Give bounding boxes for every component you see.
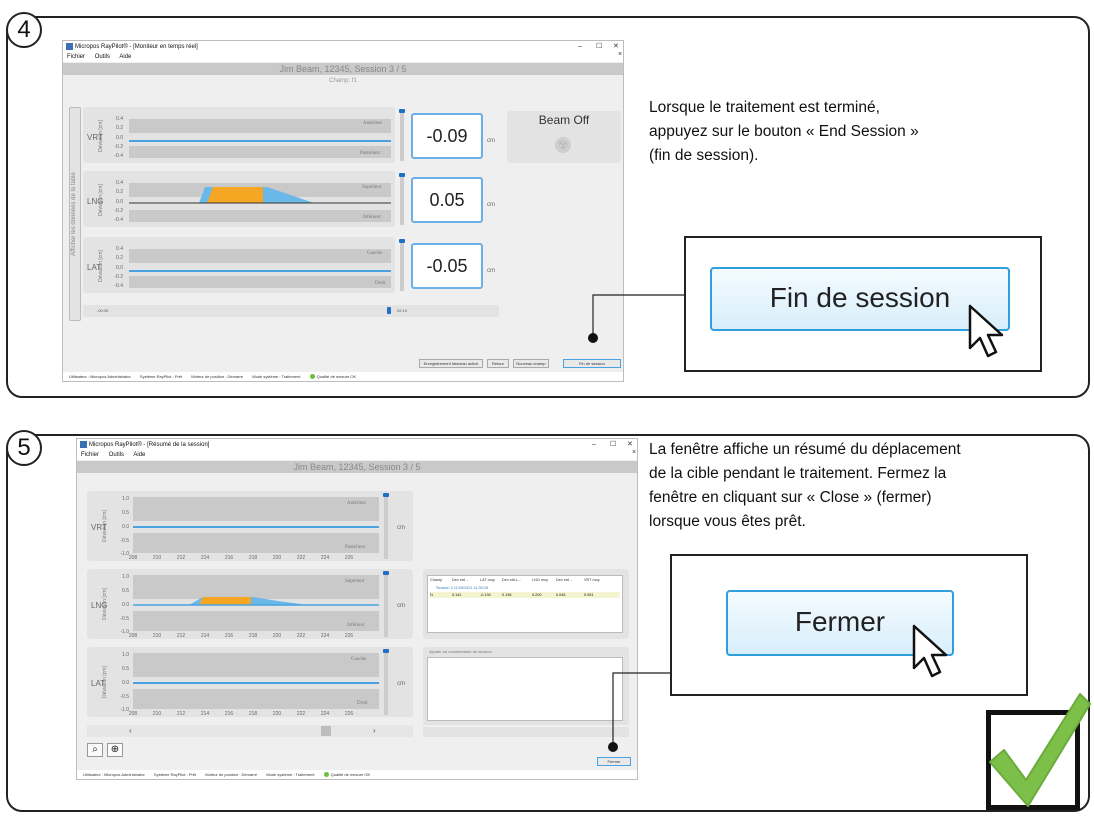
menu-outils[interactable]: Outils [109,452,124,458]
statistics-table: Champ Dev std ... LAT moy Dev std L... LNG m… [427,575,623,633]
scroll-left-icon[interactable]: ‹ [129,726,132,735]
zoom-out-button[interactable]: ⌕ [87,743,103,757]
step-5-leader-line [608,672,672,752]
step-5-number: 5 [6,430,42,466]
vrt-trace [133,526,379,528]
vrt-slider[interactable] [400,111,404,161]
comment-label: Ajouter un commentaire de session [429,649,492,654]
realtime-monitor-window: Micropos RayPilot® - [Moniteur en temps … [62,40,624,382]
lat-trace [133,682,379,684]
step-4-callout: Fin de session [684,236,1042,372]
quality-ok-icon [323,772,329,778]
close-child-icon[interactable]: × [632,448,636,457]
table-row[interactable]: f1 0.141 -0.130 0.136 0.200 0.045 0.051 [430,592,620,598]
lng-trace [133,597,379,606]
session-summary-window: Micropos RayPilot® - [Résumé de la sessi… [76,438,638,780]
app-icon [80,441,87,448]
lat-plot [129,249,391,263]
time-slider[interactable] [83,305,499,317]
checkmark-icon [989,693,1091,807]
window-title: Micropos RayPilot® - [Résumé de la sessi… [89,442,210,448]
step-4-leader-line [588,294,685,343]
show-table-toggle[interactable]: Afficher les données de la table [69,107,81,321]
step-4-number: 4 [6,12,42,48]
menu-fichier[interactable]: Fichier [67,54,85,60]
menu-aide[interactable]: Aide [133,452,145,458]
end-session-button[interactable]: Fin de session [563,359,621,368]
patient-header: Jim Beam, 12345, Session 3 / 5 [77,461,637,473]
scroll-thumb[interactable] [321,726,331,736]
maximize-button[interactable]: ☐ [610,439,616,451]
pointer-cursor-icon [912,624,948,678]
menu-bar: Fichier Outils Aide [63,53,623,62]
scroll-right-icon[interactable]: › [373,726,376,735]
comment-input[interactable] [427,657,623,721]
window-title: Micropos RayPilot® - [Moniteur en temps … [75,44,198,50]
lat-slider[interactable] [400,241,404,291]
end-session-callout-button[interactable]: Fin de session [710,267,1010,331]
vrt-plot [129,119,391,133]
menu-fichier[interactable]: Fichier [81,452,99,458]
vrt-plot [133,497,379,521]
zoom-fit-button[interactable]: ⊕ [107,743,123,757]
lat-trace [129,270,391,272]
step-5-instructions: La fenêtre affiche un résumé du déplacem… [649,441,961,530]
step-4-instructions: Lorsque le traitement est terminé, appuy… [649,99,919,164]
menu-bar: Fichier Outils Aide [77,451,637,460]
step-5-callout: Fermer [670,554,1028,696]
vrt-value: -0.09 [411,113,483,159]
beam-status-label: Beam Off [538,113,590,127]
time-slider-handle[interactable] [387,307,391,314]
lng-trace [129,187,391,204]
lng-slider[interactable] [384,573,388,637]
maximize-button[interactable]: ☐ [596,41,602,53]
lng-slider[interactable] [400,175,404,225]
lng-value: 0.05 [411,177,483,223]
beam-recording-button[interactable]: Enregistrement faisceau activé [419,359,483,368]
app-icon [66,43,73,50]
lat-plot [133,653,379,677]
minimize-button[interactable]: – [592,439,596,451]
close-button[interactable]: Fermer [597,757,631,766]
patient-header: Jim Beam, 12345, Session 3 / 5 [63,63,623,75]
new-field-button[interactable]: Nouveau champ [513,359,549,368]
status-bar: Utilisateur : Micropos Administrator Sys… [77,770,637,779]
quality-ok-icon [309,374,315,380]
menu-aide[interactable]: Aide [119,54,131,60]
minimize-button[interactable]: – [578,41,582,53]
pointer-cursor-icon [968,304,1004,358]
vrt-trace [129,140,391,142]
horizontal-scrollbar[interactable] [87,725,413,737]
vrt-slider[interactable] [384,495,388,559]
lat-slider[interactable] [384,651,388,715]
back-button[interactable]: Retour [487,359,509,368]
radiation-icon: ☢ [555,137,571,153]
lat-value: -0.05 [411,243,483,289]
field-label: Champ: f1 [329,78,357,84]
menu-outils[interactable]: Outils [95,54,110,60]
close-child-icon[interactable]: × [618,50,622,59]
status-bar: Utilisateur : Micropos Administrator Sys… [63,372,623,381]
